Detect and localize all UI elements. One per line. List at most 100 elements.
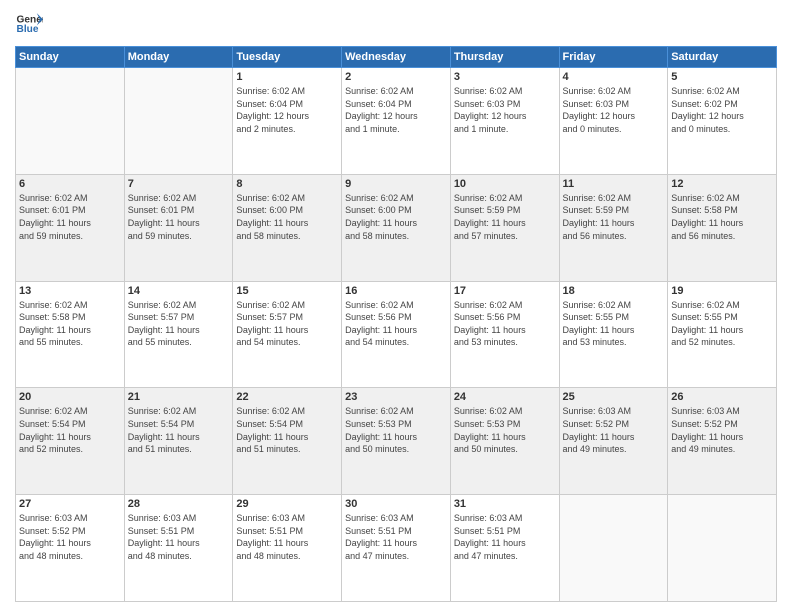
day-info: Sunrise: 6:02 AMSunset: 5:55 PMDaylight:…: [563, 299, 665, 349]
day-number: 10: [454, 178, 556, 190]
day-cell: 20 Sunrise: 6:02 AMSunset: 5:54 PMDayligh…: [16, 388, 125, 495]
day-number: 8: [236, 178, 338, 190]
day-number: 13: [19, 285, 121, 297]
day-number: 22: [236, 391, 338, 403]
day-info: Sunrise: 6:02 AMSunset: 5:53 PMDaylight:…: [345, 405, 447, 455]
header: General Blue: [15, 10, 777, 38]
day-cell: 26 Sunrise: 6:03 AMSunset: 5:52 PMDayligh…: [668, 388, 777, 495]
day-number: 16: [345, 285, 447, 297]
day-number: 2: [345, 71, 447, 83]
day-info: Sunrise: 6:03 AMSunset: 5:51 PMDaylight:…: [454, 512, 556, 562]
day-info: Sunrise: 6:02 AMSunset: 5:56 PMDaylight:…: [345, 299, 447, 349]
day-cell: 29 Sunrise: 6:03 AMSunset: 5:51 PMDayligh…: [233, 495, 342, 602]
col-header-wednesday: Wednesday: [342, 47, 451, 68]
day-info: Sunrise: 6:02 AMSunset: 5:57 PMDaylight:…: [128, 299, 230, 349]
day-number: 4: [563, 71, 665, 83]
col-header-monday: Monday: [124, 47, 233, 68]
day-info: Sunrise: 6:02 AMSunset: 5:59 PMDaylight:…: [454, 192, 556, 242]
day-info: Sunrise: 6:02 AMSunset: 5:54 PMDaylight:…: [128, 405, 230, 455]
day-number: 19: [671, 285, 773, 297]
day-info: Sunrise: 6:03 AMSunset: 5:52 PMDaylight:…: [671, 405, 773, 455]
day-number: 18: [563, 285, 665, 297]
day-number: 20: [19, 391, 121, 403]
day-cell: [16, 68, 125, 175]
day-number: 7: [128, 178, 230, 190]
day-cell: [124, 68, 233, 175]
day-number: 26: [671, 391, 773, 403]
day-cell: 1 Sunrise: 6:02 AMSunset: 6:04 PMDaylight…: [233, 68, 342, 175]
day-info: Sunrise: 6:02 AMSunset: 6:04 PMDaylight:…: [236, 85, 338, 135]
day-number: 11: [563, 178, 665, 190]
col-header-thursday: Thursday: [450, 47, 559, 68]
day-info: Sunrise: 6:02 AMSunset: 5:54 PMDaylight:…: [236, 405, 338, 455]
day-cell: 13 Sunrise: 6:02 AMSunset: 5:58 PMDayligh…: [16, 281, 125, 388]
day-number: 9: [345, 178, 447, 190]
day-cell: 21 Sunrise: 6:02 AMSunset: 5:54 PMDayligh…: [124, 388, 233, 495]
week-row-5: 27 Sunrise: 6:03 AMSunset: 5:52 PMDayligh…: [16, 495, 777, 602]
day-number: 1: [236, 71, 338, 83]
day-cell: 18 Sunrise: 6:02 AMSunset: 5:55 PMDayligh…: [559, 281, 668, 388]
day-cell: 3Sunrise: 6:02 AMSunset: 6:03 PMDaylight…: [450, 68, 559, 175]
col-header-friday: Friday: [559, 47, 668, 68]
day-info: Sunrise: 6:02 AMSunset: 5:53 PMDaylight:…: [454, 405, 556, 455]
day-info: Sunrise: 6:03 AMSunset: 5:51 PMDaylight:…: [128, 512, 230, 562]
calendar: SundayMondayTuesdayWednesdayThursdayFrid…: [15, 46, 777, 602]
day-info: Sunrise: 6:02 AMSunset: 6:01 PMDaylight:…: [19, 192, 121, 242]
day-info: Sunrise: 6:02 AMSunset: 6:04 PMDaylight:…: [345, 85, 447, 135]
day-info: Sunrise: 6:02 AMSunset: 6:01 PMDaylight:…: [128, 192, 230, 242]
day-info: Sunrise: 6:02 AMSunset: 6:03 PMDaylight:…: [454, 85, 556, 135]
day-info: Sunrise: 6:03 AMSunset: 5:52 PMDaylight:…: [19, 512, 121, 562]
svg-text:Blue: Blue: [17, 24, 39, 35]
day-cell: 5Sunrise: 6:02 AMSunset: 6:02 PMDaylight…: [668, 68, 777, 175]
day-number: 31: [454, 498, 556, 510]
day-cell: 27 Sunrise: 6:03 AMSunset: 5:52 PMDayligh…: [16, 495, 125, 602]
col-header-saturday: Saturday: [668, 47, 777, 68]
day-cell: 12Sunrise: 6:02 AMSunset: 5:58 PMDayligh…: [668, 174, 777, 281]
day-cell: 10 Sunrise: 6:02 AMSunset: 5:59 PMDayligh…: [450, 174, 559, 281]
day-info: Sunrise: 6:02 AMSunset: 5:57 PMDaylight:…: [236, 299, 338, 349]
day-info: Sunrise: 6:03 AMSunset: 5:51 PMDaylight:…: [236, 512, 338, 562]
day-info: Sunrise: 6:03 AMSunset: 5:52 PMDaylight:…: [563, 405, 665, 455]
day-cell: 16 Sunrise: 6:02 AMSunset: 5:56 PMDayligh…: [342, 281, 451, 388]
week-row-2: 6Sunrise: 6:02 AMSunset: 6:01 PMDaylight…: [16, 174, 777, 281]
week-row-3: 13 Sunrise: 6:02 AMSunset: 5:58 PMDayligh…: [16, 281, 777, 388]
day-cell: 31 Sunrise: 6:03 AMSunset: 5:51 PMDayligh…: [450, 495, 559, 602]
day-cell: 22 Sunrise: 6:02 AMSunset: 5:54 PMDayligh…: [233, 388, 342, 495]
day-cell: 23 Sunrise: 6:02 AMSunset: 5:53 PMDayligh…: [342, 388, 451, 495]
day-number: 27: [19, 498, 121, 510]
day-number: 24: [454, 391, 556, 403]
header-row: SundayMondayTuesdayWednesdayThursdayFrid…: [16, 47, 777, 68]
day-number: 14: [128, 285, 230, 297]
day-number: 17: [454, 285, 556, 297]
day-info: Sunrise: 6:02 AMSunset: 5:58 PMDaylight:…: [19, 299, 121, 349]
page: General Blue SundayMondayTuesdayWednesda…: [0, 0, 792, 612]
day-cell: 28Sunrise: 6:03 AMSunset: 5:51 PMDayligh…: [124, 495, 233, 602]
day-cell: 30 Sunrise: 6:03 AMSunset: 5:51 PMDayligh…: [342, 495, 451, 602]
day-info: Sunrise: 6:03 AMSunset: 5:51 PMDaylight:…: [345, 512, 447, 562]
day-number: 30: [345, 498, 447, 510]
day-number: 25: [563, 391, 665, 403]
day-info: Sunrise: 6:02 AMSunset: 5:54 PMDaylight:…: [19, 405, 121, 455]
day-info: Sunrise: 6:02 AMSunset: 6:00 PMDaylight:…: [236, 192, 338, 242]
day-cell: 8 Sunrise: 6:02 AMSunset: 6:00 PMDaylight…: [233, 174, 342, 281]
day-info: Sunrise: 6:02 AMSunset: 5:59 PMDaylight:…: [563, 192, 665, 242]
col-header-sunday: Sunday: [16, 47, 125, 68]
day-info: Sunrise: 6:02 AMSunset: 6:00 PMDaylight:…: [345, 192, 447, 242]
day-number: 29: [236, 498, 338, 510]
col-header-tuesday: Tuesday: [233, 47, 342, 68]
day-number: 21: [128, 391, 230, 403]
day-cell: [668, 495, 777, 602]
day-number: 23: [345, 391, 447, 403]
day-cell: 15Sunrise: 6:02 AMSunset: 5:57 PMDayligh…: [233, 281, 342, 388]
day-info: Sunrise: 6:02 AMSunset: 6:03 PMDaylight:…: [563, 85, 665, 135]
day-info: Sunrise: 6:02 AMSunset: 5:56 PMDaylight:…: [454, 299, 556, 349]
day-cell: 6Sunrise: 6:02 AMSunset: 6:01 PMDaylight…: [16, 174, 125, 281]
day-cell: 17 Sunrise: 6:02 AMSunset: 5:56 PMDayligh…: [450, 281, 559, 388]
day-info: Sunrise: 6:02 AMSunset: 6:02 PMDaylight:…: [671, 85, 773, 135]
day-cell: 4 Sunrise: 6:02 AMSunset: 6:03 PMDaylight…: [559, 68, 668, 175]
day-info: Sunrise: 6:02 AMSunset: 5:55 PMDaylight:…: [671, 299, 773, 349]
logo-icon: General Blue: [15, 10, 43, 38]
day-cell: 7 Sunrise: 6:02 AMSunset: 6:01 PMDaylight…: [124, 174, 233, 281]
logo: General Blue: [15, 10, 43, 38]
day-info: Sunrise: 6:02 AMSunset: 5:58 PMDaylight:…: [671, 192, 773, 242]
